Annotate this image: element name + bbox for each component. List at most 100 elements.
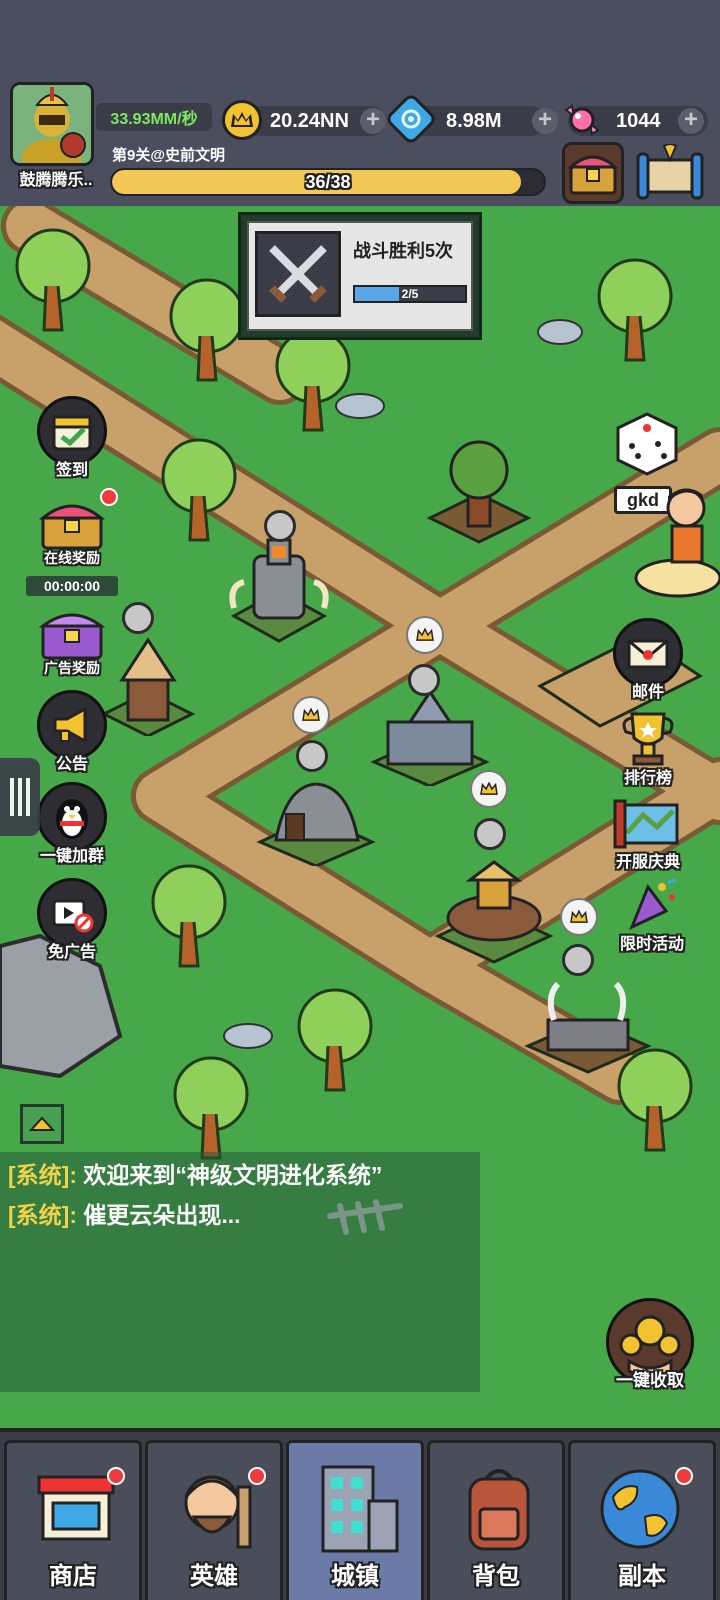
treasure-chest-icon: [567, 155, 619, 195]
notification-dot: [675, 1467, 693, 1485]
player-avatar[interactable]: [10, 82, 94, 166]
ranking-label: 排行榜: [623, 770, 672, 787]
tree-decoration: [297, 988, 373, 1092]
candy-value: 1044: [616, 109, 661, 132]
chat-sender-tag: [系统]:: [8, 1162, 77, 1188]
online-reward-timer: 00:00:00: [26, 576, 118, 596]
level-name: 第9关@史前文明: [112, 147, 225, 164]
crossed-swords-icon: [255, 231, 341, 317]
income-coin-badge[interactable]: [560, 898, 598, 936]
hero-slot-badge[interactable]: [264, 510, 296, 542]
notice-button[interactable]: 公告: [30, 690, 114, 774]
notification-dot: [248, 1467, 266, 1485]
bottom-navigation: 商店 英雄 城镇 背包 副本: [0, 1428, 720, 1600]
join-group-button[interactable]: 一键加群: [28, 782, 116, 866]
join-group-label: 一键加群: [39, 848, 104, 865]
nav-shop[interactable]: 商店: [4, 1440, 142, 1600]
hero-slot-badge[interactable]: [122, 602, 154, 634]
online-reward-label: 在线奖励: [44, 550, 100, 566]
tree-decoration: [275, 328, 351, 432]
menu-bars-icon: [10, 778, 30, 816]
ranking-button[interactable]: 排行榜: [604, 704, 692, 788]
world-map-button[interactable]: [634, 143, 706, 202]
add-gem-button[interactable]: +: [532, 108, 558, 134]
level-progress-bar: 36/38: [110, 168, 546, 196]
add-crown-button[interactable]: +: [360, 108, 386, 134]
triangle-up-icon: [29, 1116, 55, 1131]
forge-building[interactable]: [224, 536, 334, 646]
hero-slot-badge[interactable]: [474, 818, 506, 850]
level-progress-label: 36/38: [305, 171, 351, 192]
no-ads-label: 免广告: [47, 944, 96, 961]
chat-message: [系统]: 欢迎来到“神级文明进化系统”: [8, 1156, 382, 1190]
tree-decoration: [161, 438, 237, 542]
treasure-chest-button[interactable]: [562, 142, 624, 204]
crown-icon: [302, 707, 320, 721]
chat-text: 催更云朵出现...: [76, 1202, 241, 1228]
dice-icon: [616, 412, 678, 476]
notice-label: 公告: [55, 756, 88, 773]
income-coin-badge[interactable]: [292, 696, 330, 734]
add-candy-button[interactable]: +: [678, 108, 704, 134]
cloud-rider-character[interactable]: [622, 482, 720, 602]
nav-hero-label: 英雄: [190, 1563, 238, 1590]
mail-button[interactable]: 邮件: [606, 618, 690, 702]
chat-panel[interactable]: [系统]: 欢迎来到“神级文明进化系统” [系统]: 催更云朵出现...: [0, 1152, 480, 1392]
server-celebration-button[interactable]: 开服庆典: [596, 788, 700, 872]
chat-collapse-button[interactable]: [20, 1104, 64, 1144]
gem-value: 8.98M: [446, 109, 502, 132]
nav-dungeon[interactable]: 副本: [568, 1440, 716, 1600]
nav-bag-label: 背包: [472, 1563, 520, 1590]
crown-icon: [222, 100, 262, 140]
hero-slot-badge[interactable]: [562, 944, 594, 976]
quest-progress-bar: 2/5: [353, 285, 467, 303]
bone-altar-building[interactable]: [524, 976, 654, 1076]
income-coin-badge[interactable]: [470, 770, 508, 808]
quest-progress-label: 2/5: [401, 287, 419, 301]
checkin-label: 签到: [55, 462, 88, 479]
limited-event-button[interactable]: 限时活动: [600, 870, 704, 954]
nav-bag[interactable]: 背包: [427, 1440, 565, 1600]
chat-text: 欢迎来到“神级文明进化系统”: [76, 1162, 383, 1188]
hero-slot-badge[interactable]: [296, 740, 328, 772]
candy-icon: [562, 100, 602, 140]
cave-building[interactable]: [256, 766, 376, 866]
income-coin-badge[interactable]: [406, 616, 444, 654]
nav-hero[interactable]: 英雄: [145, 1440, 283, 1600]
ad-reward-label: 广告奖励: [44, 660, 100, 676]
chat-message: [系统]: 催更云朵出现...: [8, 1196, 241, 1230]
quest-panel[interactable]: 战斗胜利5次 2/5: [238, 212, 482, 340]
no-ads-button[interactable]: 免广告: [30, 878, 114, 962]
quest-title: 战斗胜利5次: [353, 241, 454, 261]
crown-icon: [480, 781, 498, 795]
stone-hall-building[interactable]: [370, 686, 490, 786]
crown-icon: [416, 627, 434, 641]
chat-sender-tag: [系统]:: [8, 1202, 77, 1228]
limited-event-label: 限时活动: [619, 936, 684, 953]
crown-value: 20.24NN: [270, 109, 349, 132]
mail-label: 邮件: [631, 684, 664, 701]
income-rate: 33.93MM/秒: [96, 103, 212, 131]
checkin-button[interactable]: 签到: [30, 396, 114, 480]
tree-decoration: [597, 258, 673, 362]
online-reward-button[interactable]: 在线奖励: [26, 488, 118, 568]
warrior-avatar-icon: [13, 85, 91, 163]
nav-town[interactable]: 城镇: [286, 1440, 424, 1600]
notification-dot: [100, 488, 118, 506]
scroll-map-icon: [636, 143, 704, 200]
notification-dot: [107, 1467, 125, 1485]
ad-reward-button[interactable]: 广告奖励: [26, 598, 118, 678]
dice-button[interactable]: [612, 410, 686, 478]
status-bar-area: [0, 0, 720, 78]
city-buildings-icon: [321, 1465, 399, 1553]
backpack-icon: [468, 1469, 530, 1551]
hero-slot-badge[interactable]: [408, 664, 440, 696]
nav-shop-label: 商店: [49, 1563, 97, 1590]
tribal-arena-building[interactable]: [434, 856, 554, 966]
sacred-tree-building[interactable]: [424, 436, 534, 546]
nav-dungeon-label: 副本: [618, 1563, 666, 1590]
collect-all-label: 一键收取: [616, 1371, 684, 1390]
side-drawer-handle[interactable]: [0, 758, 40, 836]
tree-decoration: [15, 228, 91, 332]
globe-icon: [600, 1469, 680, 1549]
